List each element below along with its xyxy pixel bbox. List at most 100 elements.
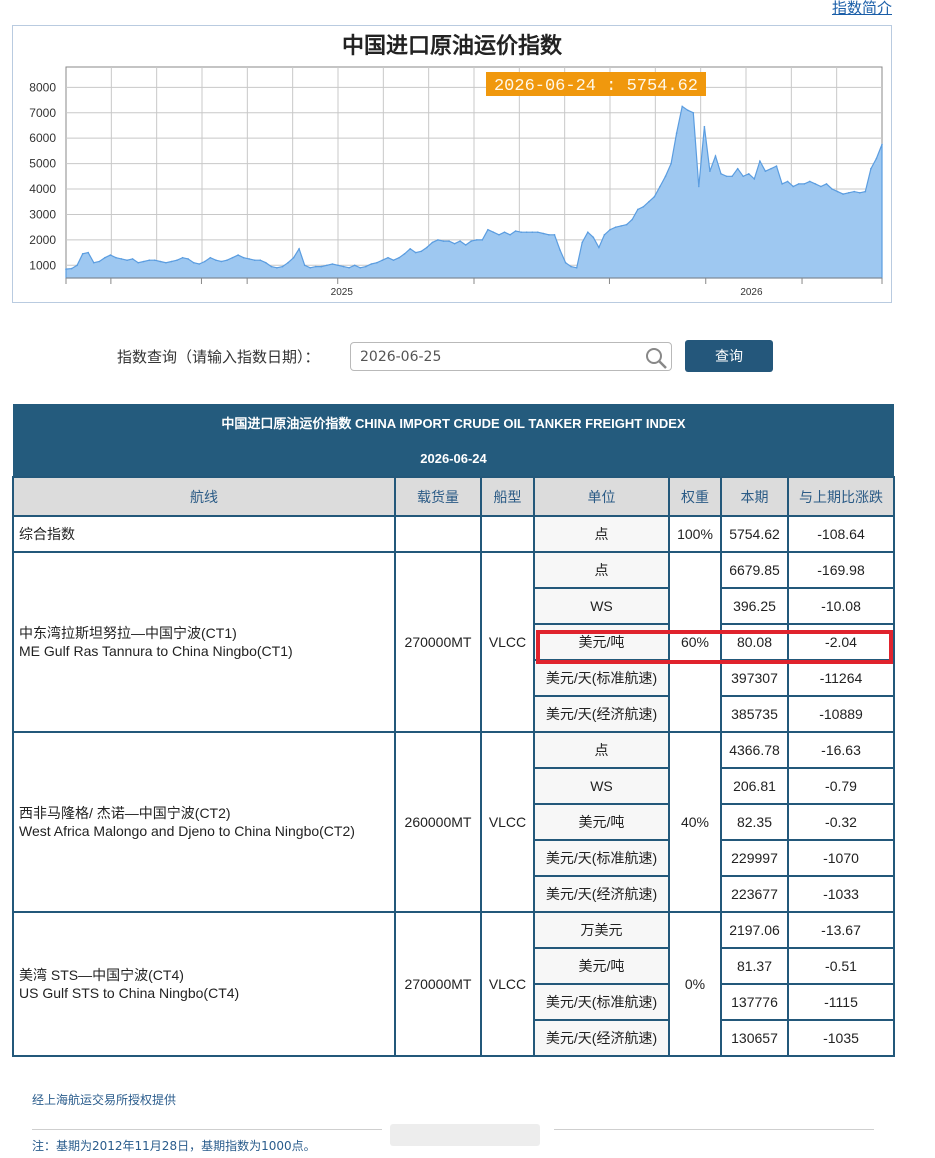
composite-change: -108.64 bbox=[786, 515, 896, 553]
data-point bbox=[853, 190, 855, 193]
route-ship-type: VLCC bbox=[480, 911, 535, 1057]
route-unit: 美元/天(标准航速) bbox=[533, 659, 670, 697]
route-name-cn: 西非马隆格/ 杰诺—中国宁波(CT2) bbox=[19, 805, 231, 821]
route-current: 130657 bbox=[720, 1019, 789, 1057]
data-point bbox=[675, 132, 678, 134]
chart-plot[interactable]: 8000 7000 6000 5000 4000 3000 2000 1000 2025 2026… bbox=[13, 26, 893, 304]
data-point bbox=[598, 246, 600, 249]
route-name-en: ME Gulf Ras Tannura to China Ningbo(CT1) bbox=[19, 643, 293, 659]
data-point bbox=[509, 234, 511, 236]
route-change: -16.63 bbox=[786, 731, 896, 769]
data-point bbox=[792, 185, 794, 188]
data-point bbox=[670, 162, 672, 165]
data-point bbox=[459, 240, 461, 242]
data-point bbox=[320, 265, 323, 268]
route-unit: 美元/天(标准航速) bbox=[533, 983, 670, 1021]
data-point bbox=[781, 183, 783, 185]
data-point bbox=[692, 112, 695, 114]
data-point bbox=[764, 170, 767, 172]
header-weight: 权重 bbox=[668, 476, 722, 517]
data-point bbox=[270, 265, 273, 268]
route-current: 137776 bbox=[720, 983, 789, 1021]
data-point bbox=[98, 260, 101, 263]
data-point bbox=[881, 143, 883, 146]
route-current: 81.37 bbox=[720, 947, 789, 985]
data-point bbox=[725, 175, 728, 178]
data-point bbox=[265, 261, 267, 264]
composite-current: 5754.62 bbox=[720, 515, 789, 553]
data-point bbox=[281, 265, 284, 268]
route-change: -1035 bbox=[786, 1019, 896, 1057]
composite-row: 综合指数 点 100% 5754.62 -108.64 bbox=[12, 515, 896, 553]
data-point bbox=[242, 256, 245, 259]
route-unit: WS bbox=[533, 587, 670, 625]
data-point bbox=[542, 232, 545, 235]
data-point bbox=[637, 208, 639, 211]
data-point bbox=[759, 160, 761, 162]
route-change: -13.67 bbox=[786, 911, 896, 949]
data-point bbox=[786, 180, 789, 183]
data-point bbox=[736, 167, 739, 170]
header-ship-type: 船型 bbox=[480, 476, 535, 517]
index-intro-link[interactable]: 指数简介 bbox=[832, 0, 892, 16]
data-point bbox=[492, 231, 495, 233]
data-point bbox=[376, 261, 378, 264]
route-change: -11264 bbox=[786, 659, 896, 697]
data-point bbox=[437, 239, 439, 241]
data-point bbox=[464, 244, 467, 246]
data-point bbox=[398, 256, 400, 259]
data-point bbox=[187, 258, 189, 260]
data-point bbox=[659, 185, 661, 188]
data-point bbox=[248, 258, 250, 260]
x-tick-label: 2026 bbox=[740, 287, 763, 298]
footer-divider bbox=[554, 1129, 874, 1130]
route-current: 4366.78 bbox=[720, 731, 789, 769]
data-point bbox=[142, 260, 145, 263]
data-point bbox=[642, 206, 645, 208]
data-point bbox=[570, 265, 572, 268]
data-point bbox=[81, 253, 84, 255]
data-point bbox=[165, 261, 167, 264]
freight-index-chart: 中国进口原油运价指数 8000 7000 6000 5000 4000 3000 2000 1… bbox=[12, 25, 892, 303]
data-point bbox=[342, 265, 345, 268]
data-point bbox=[226, 259, 228, 261]
footer-note: 注：基期为2012年11月28日，基期指数为1000点。 bbox=[32, 1139, 316, 1153]
composite-weight: 100% bbox=[668, 515, 722, 553]
y-tick-label: 1000 bbox=[29, 258, 56, 272]
date-query-input[interactable] bbox=[350, 342, 672, 371]
route-ship-type: VLCC bbox=[480, 551, 535, 733]
route-change: -0.32 bbox=[786, 803, 896, 841]
route-name: 中东湾拉斯坦努拉—中国宁波(CT1) ME Gulf Ras Tannura to… bbox=[12, 551, 396, 733]
route-unit: 点 bbox=[533, 551, 670, 589]
route-capacity: 260000MT bbox=[394, 731, 482, 913]
route-change: -169.98 bbox=[786, 551, 896, 589]
data-point bbox=[742, 175, 744, 178]
data-point bbox=[703, 125, 706, 128]
search-icon[interactable] bbox=[644, 346, 668, 370]
data-point bbox=[198, 263, 200, 265]
composite-unit: 点 bbox=[533, 515, 670, 553]
data-point bbox=[831, 188, 833, 190]
route-change: -1033 bbox=[786, 875, 896, 913]
data-point bbox=[470, 240, 473, 242]
query-button[interactable]: 查询 bbox=[685, 340, 773, 372]
data-point bbox=[426, 246, 428, 249]
data-point bbox=[603, 234, 606, 236]
data-point bbox=[298, 248, 300, 250]
y-tick-label: 8000 bbox=[29, 80, 56, 94]
data-point bbox=[387, 256, 389, 259]
composite-ship-type bbox=[480, 515, 535, 553]
data-point bbox=[503, 231, 506, 233]
data-point bbox=[231, 256, 234, 259]
data-point bbox=[87, 251, 89, 254]
data-point bbox=[76, 264, 78, 267]
data-point bbox=[842, 193, 844, 195]
header-current: 本期 bbox=[720, 476, 789, 517]
route-current: 396.25 bbox=[720, 587, 789, 625]
header-route: 航线 bbox=[12, 476, 396, 517]
route-current: 206.81 bbox=[720, 767, 789, 805]
data-point bbox=[431, 241, 434, 244]
data-point bbox=[498, 234, 500, 236]
data-point bbox=[814, 183, 817, 185]
data-point bbox=[215, 259, 217, 261]
